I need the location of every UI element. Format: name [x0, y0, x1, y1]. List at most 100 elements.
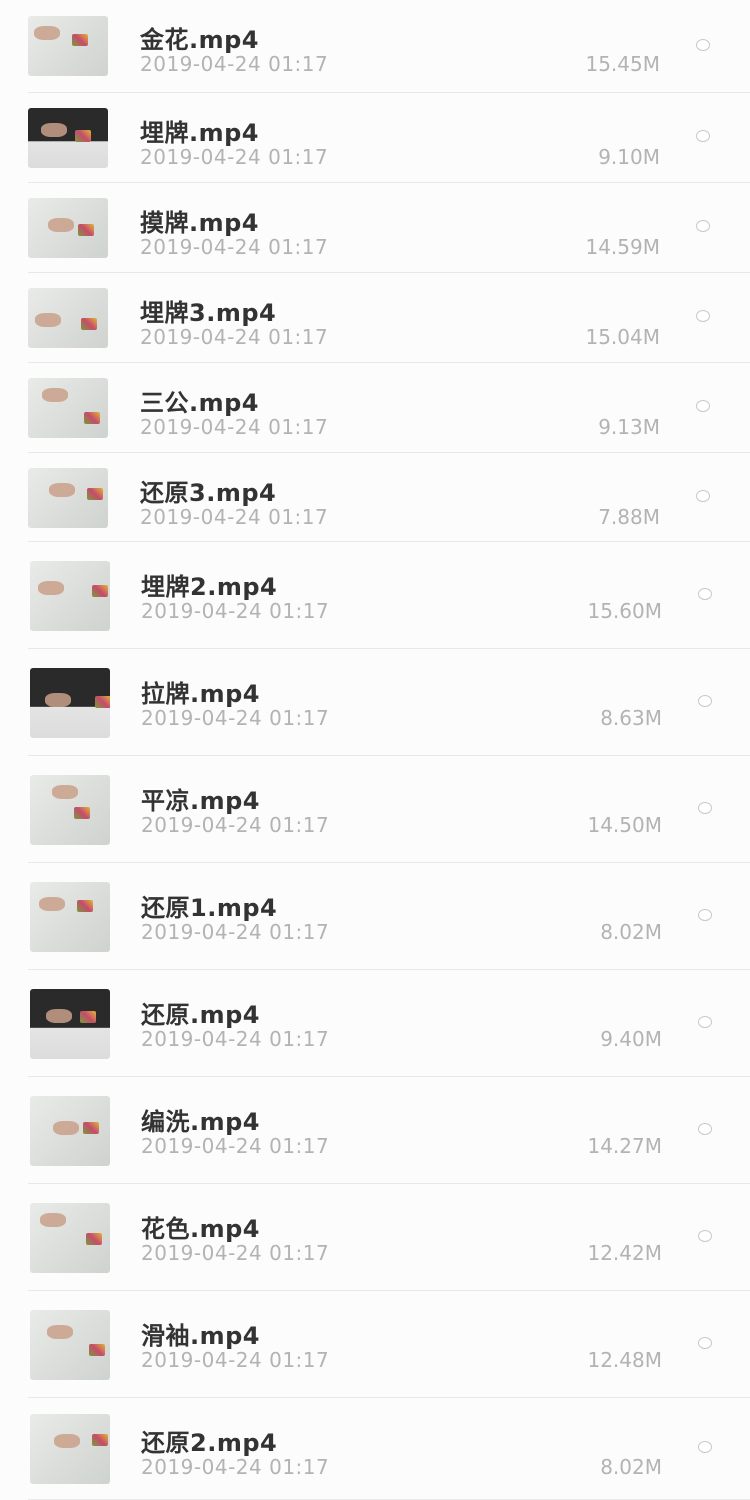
file-size: 14.59M: [585, 235, 660, 259]
file-name: 滑袖.mp4: [141, 1322, 261, 1350]
file-date: 2019-04-24 01:17: [141, 1134, 330, 1158]
thumbnail-cards-shape: [81, 318, 97, 330]
file-date: 2019-04-24 01:17: [140, 52, 329, 76]
thumbnail-hand-shape: [42, 388, 68, 402]
file-name: 三公.mp4: [140, 389, 260, 417]
file-size: 15.45M: [585, 52, 660, 76]
file-date: 2019-04-24 01:17: [141, 599, 330, 623]
file-name: 金花.mp4: [140, 26, 260, 54]
video-thumbnail[interactable]: [30, 1096, 110, 1166]
list-item[interactable]: 三公.mp4 2019-04-24 01:17 9.13M: [0, 363, 750, 453]
video-thumbnail[interactable]: [30, 882, 110, 952]
radio-circle-icon[interactable]: [696, 39, 710, 51]
file-size: 9.10M: [598, 145, 660, 169]
list-item[interactable]: 还原.mp4 2019-04-24 01:17 9.40M: [0, 970, 750, 1077]
file-date: 2019-04-24 01:17: [141, 1455, 330, 1479]
file-date: 2019-04-24 01:17: [141, 920, 330, 944]
list-item[interactable]: 还原2.mp4 2019-04-24 01:17 8.02M: [0, 1398, 750, 1500]
list-item[interactable]: 编洗.mp4 2019-04-24 01:17 14.27M: [0, 1077, 750, 1184]
thumbnail-hand-shape: [54, 1434, 80, 1448]
file-date: 2019-04-24 01:17: [140, 145, 329, 169]
list-item[interactable]: 还原1.mp4 2019-04-24 01:17 8.02M: [0, 863, 750, 970]
list-item[interactable]: 滑袖.mp4 2019-04-24 01:17 12.48M: [0, 1291, 750, 1398]
file-date: 2019-04-24 01:17: [141, 1027, 330, 1051]
thumbnail-cards-shape: [80, 1011, 96, 1023]
thumbnail-hand-shape: [47, 1325, 73, 1339]
radio-circle-icon[interactable]: [698, 1123, 712, 1135]
thumbnail-cards-shape: [89, 1344, 105, 1356]
file-date: 2019-04-24 01:17: [141, 813, 330, 837]
radio-circle-icon[interactable]: [698, 802, 712, 814]
radio-circle-icon[interactable]: [696, 310, 710, 322]
radio-circle-icon[interactable]: [696, 490, 710, 502]
radio-circle-icon[interactable]: [698, 1337, 712, 1349]
thumbnail-cards-shape: [84, 412, 100, 424]
file-name: 埋牌3.mp4: [140, 299, 277, 327]
file-size: 7.88M: [598, 505, 660, 529]
radio-circle-icon[interactable]: [698, 1230, 712, 1242]
video-thumbnail[interactable]: [28, 288, 108, 348]
file-name: 摸牌.mp4: [140, 209, 260, 237]
list-item[interactable]: 埋牌3.mp4 2019-04-24 01:17 15.04M: [0, 273, 750, 363]
video-thumbnail[interactable]: [28, 16, 108, 76]
video-thumbnail[interactable]: [28, 108, 108, 168]
list-item[interactable]: 埋牌.mp4 2019-04-24 01:17 9.10M: [0, 93, 750, 183]
file-name: 编洗.mp4: [141, 1108, 261, 1136]
file-date: 2019-04-24 01:17: [140, 325, 329, 349]
file-date: 2019-04-24 01:17: [140, 235, 329, 259]
thumbnail-cards-shape: [72, 34, 88, 46]
thumbnail-hand-shape: [49, 483, 75, 497]
thumbnail-cards-shape: [77, 900, 93, 912]
video-thumbnail[interactable]: [28, 468, 108, 528]
thumbnail-cards-shape: [92, 1434, 108, 1446]
file-date: 2019-04-24 01:17: [140, 505, 329, 529]
video-thumbnail[interactable]: [30, 989, 110, 1059]
radio-circle-icon[interactable]: [698, 1016, 712, 1028]
radio-circle-icon[interactable]: [696, 400, 710, 412]
thumbnail-hand-shape: [53, 1121, 79, 1135]
video-thumbnail[interactable]: [30, 1414, 110, 1484]
radio-circle-icon[interactable]: [696, 220, 710, 232]
list-item[interactable]: 摸牌.mp4 2019-04-24 01:17 14.59M: [0, 183, 750, 273]
thumbnail-cards-shape: [74, 807, 90, 819]
file-name: 花色.mp4: [141, 1215, 261, 1243]
list-item[interactable]: 埋牌2.mp4 2019-04-24 01:17 15.60M: [0, 542, 750, 649]
thumbnail-cards-shape: [78, 224, 94, 236]
thumbnail-cards-shape: [87, 488, 103, 500]
list-item[interactable]: 还原3.mp4 2019-04-24 01:17 7.88M: [0, 453, 750, 542]
radio-circle-icon[interactable]: [698, 909, 712, 921]
video-thumbnail[interactable]: [30, 775, 110, 845]
thumbnail-hand-shape: [34, 26, 60, 40]
list-item[interactable]: 拉牌.mp4 2019-04-24 01:17 8.63M: [0, 649, 750, 756]
file-name: 埋牌2.mp4: [141, 573, 278, 601]
file-name: 平凉.mp4: [141, 787, 261, 815]
file-name: 还原1.mp4: [141, 894, 278, 922]
file-size: 9.40M: [600, 1027, 662, 1051]
file-size: 8.02M: [600, 1455, 662, 1479]
video-thumbnail[interactable]: [28, 378, 108, 438]
file-name: 拉牌.mp4: [141, 680, 261, 708]
thumbnail-cards-shape: [75, 130, 91, 142]
video-thumbnail[interactable]: [28, 198, 108, 258]
video-thumbnail[interactable]: [30, 561, 110, 631]
thumbnail-hand-shape: [41, 123, 67, 137]
thumbnail-hand-shape: [40, 1213, 66, 1227]
file-size: 12.42M: [587, 1241, 662, 1265]
list-item[interactable]: 金花.mp4 2019-04-24 01:17 15.45M: [0, 0, 750, 93]
file-size: 15.60M: [587, 599, 662, 623]
radio-circle-icon[interactable]: [698, 588, 712, 600]
radio-circle-icon[interactable]: [698, 695, 712, 707]
video-thumbnail[interactable]: [30, 1310, 110, 1380]
file-size: 14.50M: [587, 813, 662, 837]
file-name: 埋牌.mp4: [140, 119, 260, 147]
list-item[interactable]: 花色.mp4 2019-04-24 01:17 12.42M: [0, 1184, 750, 1291]
thumbnail-cards-shape: [95, 696, 110, 708]
radio-circle-icon[interactable]: [698, 1441, 712, 1453]
thumbnail-hand-shape: [35, 313, 61, 327]
radio-circle-icon[interactable]: [696, 130, 710, 142]
thumbnail-hand-shape: [46, 1009, 72, 1023]
video-thumbnail[interactable]: [30, 1203, 110, 1273]
thumbnail-cards-shape: [92, 585, 108, 597]
video-thumbnail[interactable]: [30, 668, 110, 738]
list-item[interactable]: 平凉.mp4 2019-04-24 01:17 14.50M: [0, 756, 750, 863]
